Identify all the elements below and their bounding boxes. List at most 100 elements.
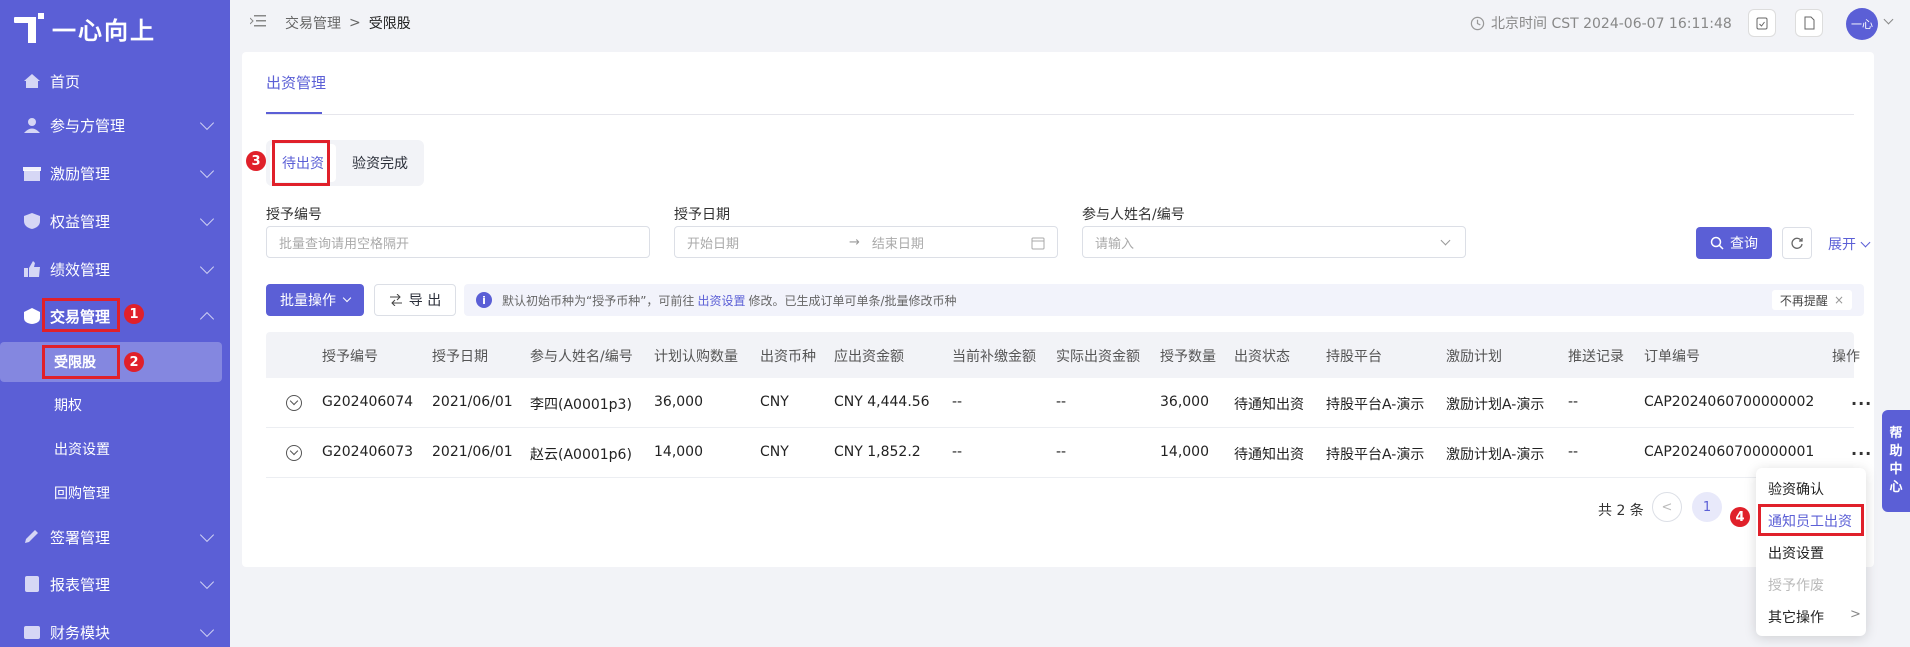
expand-label: 展开 (1828, 237, 1856, 253)
expand-row-icon[interactable] (286, 395, 302, 411)
chevron-down-icon (199, 527, 215, 543)
chevron-down-icon (199, 163, 215, 179)
table-header: 授予编号 授予日期 参与人姓名/编号 计划认购数量 出资币种 应出资金额 当前补… (266, 332, 1860, 378)
dismiss-notice-button[interactable]: 不再提醒 × (1771, 290, 1852, 310)
menu-item-other[interactable]: 其它操作 (1768, 607, 1824, 627)
sidebar-item-label: 首页 (50, 72, 81, 91)
participant-select[interactable]: 请输入 (1082, 226, 1466, 258)
search-icon (1710, 236, 1724, 250)
help-char: 帮 (1889, 426, 1903, 441)
info-icon: i (476, 292, 492, 308)
table-cell: CNY 1,852.2 (834, 444, 921, 460)
chevron-down-icon (1860, 237, 1871, 247)
reset-button[interactable] (1782, 227, 1812, 259)
column-header: 当前补缴金额 (952, 349, 1036, 365)
row-action-menu: 验资确认 通知员工出资 出资设置 授予作废 其它操作 > (1756, 468, 1866, 636)
avatar[interactable]: 一心 (1846, 8, 1878, 40)
menu-item-funding-settings[interactable]: 出资设置 (1768, 543, 1824, 563)
table-cell: 14,000 (1160, 444, 1209, 460)
users-icon (24, 118, 40, 133)
column-header: 授予日期 (432, 349, 488, 365)
tab-funding-management[interactable]: 出资管理 (266, 72, 326, 93)
table-cell: 2021/06/01 (432, 444, 513, 460)
export-button[interactable]: 导 出 (374, 284, 456, 316)
main-panel: 出资管理 待出资 验资完成 3 授予编号 批量查询请用空格隔开 授予日期 开始日… (242, 52, 1874, 567)
table-cell: 14,000 (654, 444, 703, 460)
sidebar-item-equity[interactable]: 权益管理 (0, 201, 230, 241)
clock-text: 北京时间 CST 2024-06-07 16:11:48 (1491, 16, 1732, 32)
table-cell: 待通知出资 (1234, 447, 1304, 463)
expand-row-icon[interactable] (286, 445, 302, 461)
chevron-down-icon[interactable] (1883, 14, 1894, 25)
segment-verified[interactable]: 验资完成 (340, 144, 420, 182)
help-char: 心 (1889, 480, 1903, 495)
sidebar-item-participants[interactable]: 参与方管理 (0, 105, 230, 145)
page-1-button[interactable]: 1 (1692, 492, 1722, 522)
sidebar-item-label: 参与方管理 (50, 116, 126, 135)
table-cell: 激励计划A-演示 (1446, 397, 1545, 413)
start-date-placeholder[interactable]: 开始日期 (687, 233, 739, 252)
clock-icon (1470, 16, 1485, 30)
sidebar: 一心向上 首页 参与方管理 激励管理 权益管理 绩效管理 交易管理 受限股 期权… (0, 0, 230, 647)
funding-settings-link[interactable]: 出资设置 (697, 292, 745, 309)
gift-icon (23, 167, 41, 181)
top-header: 交易管理 > 受限股 北京时间 CST 2024-06-07 16:11:48 … (230, 0, 1910, 44)
sidebar-subitem-label: 期权 (54, 398, 82, 414)
sidebar-item-home[interactable]: 首页 (0, 61, 230, 101)
collapse-menu-icon[interactable] (250, 14, 266, 28)
batch-operations-button[interactable]: 批量操作 (266, 284, 364, 316)
end-date-placeholder[interactable]: 结束日期 (872, 233, 924, 252)
participant-placeholder: 请输入 (1095, 236, 1135, 252)
column-header: 授予数量 (1160, 349, 1216, 365)
pen-icon (25, 530, 38, 543)
chevron-down-icon (1440, 235, 1451, 246)
chevron-down-icon (199, 115, 215, 131)
column-header: 推送记录 (1568, 349, 1624, 365)
table-cell: CNY (760, 444, 789, 460)
sidebar-item-label: 权益管理 (50, 212, 111, 231)
more-actions-icon[interactable]: ··· (1851, 394, 1872, 413)
table-cell: CAP2024060700000002 (1644, 394, 1815, 410)
sidebar-item-signing[interactable]: 签署管理 (0, 517, 230, 557)
grant-no-input[interactable]: 批量查询请用空格隔开 (266, 226, 650, 258)
tasks-button[interactable] (1748, 9, 1776, 37)
sidebar-item-reports[interactable]: 报表管理 (0, 564, 230, 604)
help-char: 中 (1889, 462, 1903, 477)
documents-button[interactable] (1795, 9, 1823, 37)
breadcrumb-item[interactable]: 交易管理 (285, 13, 341, 33)
table-cell: -- (952, 444, 963, 460)
sidebar-item-performance[interactable]: 绩效管理 (0, 249, 230, 289)
logo-text: 一心向上 (52, 16, 156, 45)
help-center-tab[interactable]: 帮 助 中 心 (1882, 410, 1910, 512)
table-cell: 2021/06/01 (432, 394, 513, 410)
more-actions-icon[interactable]: ··· (1851, 444, 1872, 463)
search-button[interactable]: 查询 (1696, 227, 1772, 259)
table-cell: 待通知出资 (1234, 397, 1304, 413)
column-header: 计划认购数量 (654, 349, 738, 365)
prev-page-button[interactable]: < (1652, 492, 1682, 522)
column-header: 参与人姓名/编号 (530, 349, 633, 365)
sidebar-subitem-funding-settings[interactable]: 出资设置 (0, 429, 230, 469)
close-icon: × (1833, 293, 1844, 307)
sidebar-subitem-buyback[interactable]: 回购管理 (0, 473, 230, 513)
document-icon (1804, 16, 1815, 30)
help-char: 助 (1889, 444, 1903, 459)
menu-item-verify[interactable]: 验资确认 (1768, 479, 1824, 499)
expand-filters-toggle[interactable]: 展开 (1828, 234, 1871, 254)
sidebar-item-incentive[interactable]: 激励管理 (0, 153, 230, 193)
table-cell: -- (1568, 394, 1579, 410)
sidebar-item-label: 财务模块 (50, 623, 111, 642)
sidebar-subitem-options[interactable]: 期权 (0, 385, 230, 425)
grant-date-range[interactable]: 开始日期 → 结束日期 (674, 226, 1058, 258)
column-header: 授予编号 (322, 349, 378, 365)
column-header: 持股平台 (1326, 349, 1382, 365)
table-cell: G202406073 (322, 444, 414, 460)
table-row[interactable]: G202406074 2021/06/01 李四(A0001p3) 36,000… (266, 378, 1871, 428)
sidebar-item-label: 报表管理 (50, 575, 111, 594)
table-cell: CAP2024060700000001 (1644, 444, 1815, 460)
sidebar-item-label: 绩效管理 (50, 260, 111, 279)
brand-logo[interactable]: 一心向上 (14, 8, 156, 48)
sidebar-item-finance[interactable]: 财务模块 (0, 612, 230, 647)
range-arrow: → (849, 234, 860, 250)
table-row[interactable]: G202406073 2021/06/01 赵云(A0001p6) 14,000… (266, 428, 1871, 478)
